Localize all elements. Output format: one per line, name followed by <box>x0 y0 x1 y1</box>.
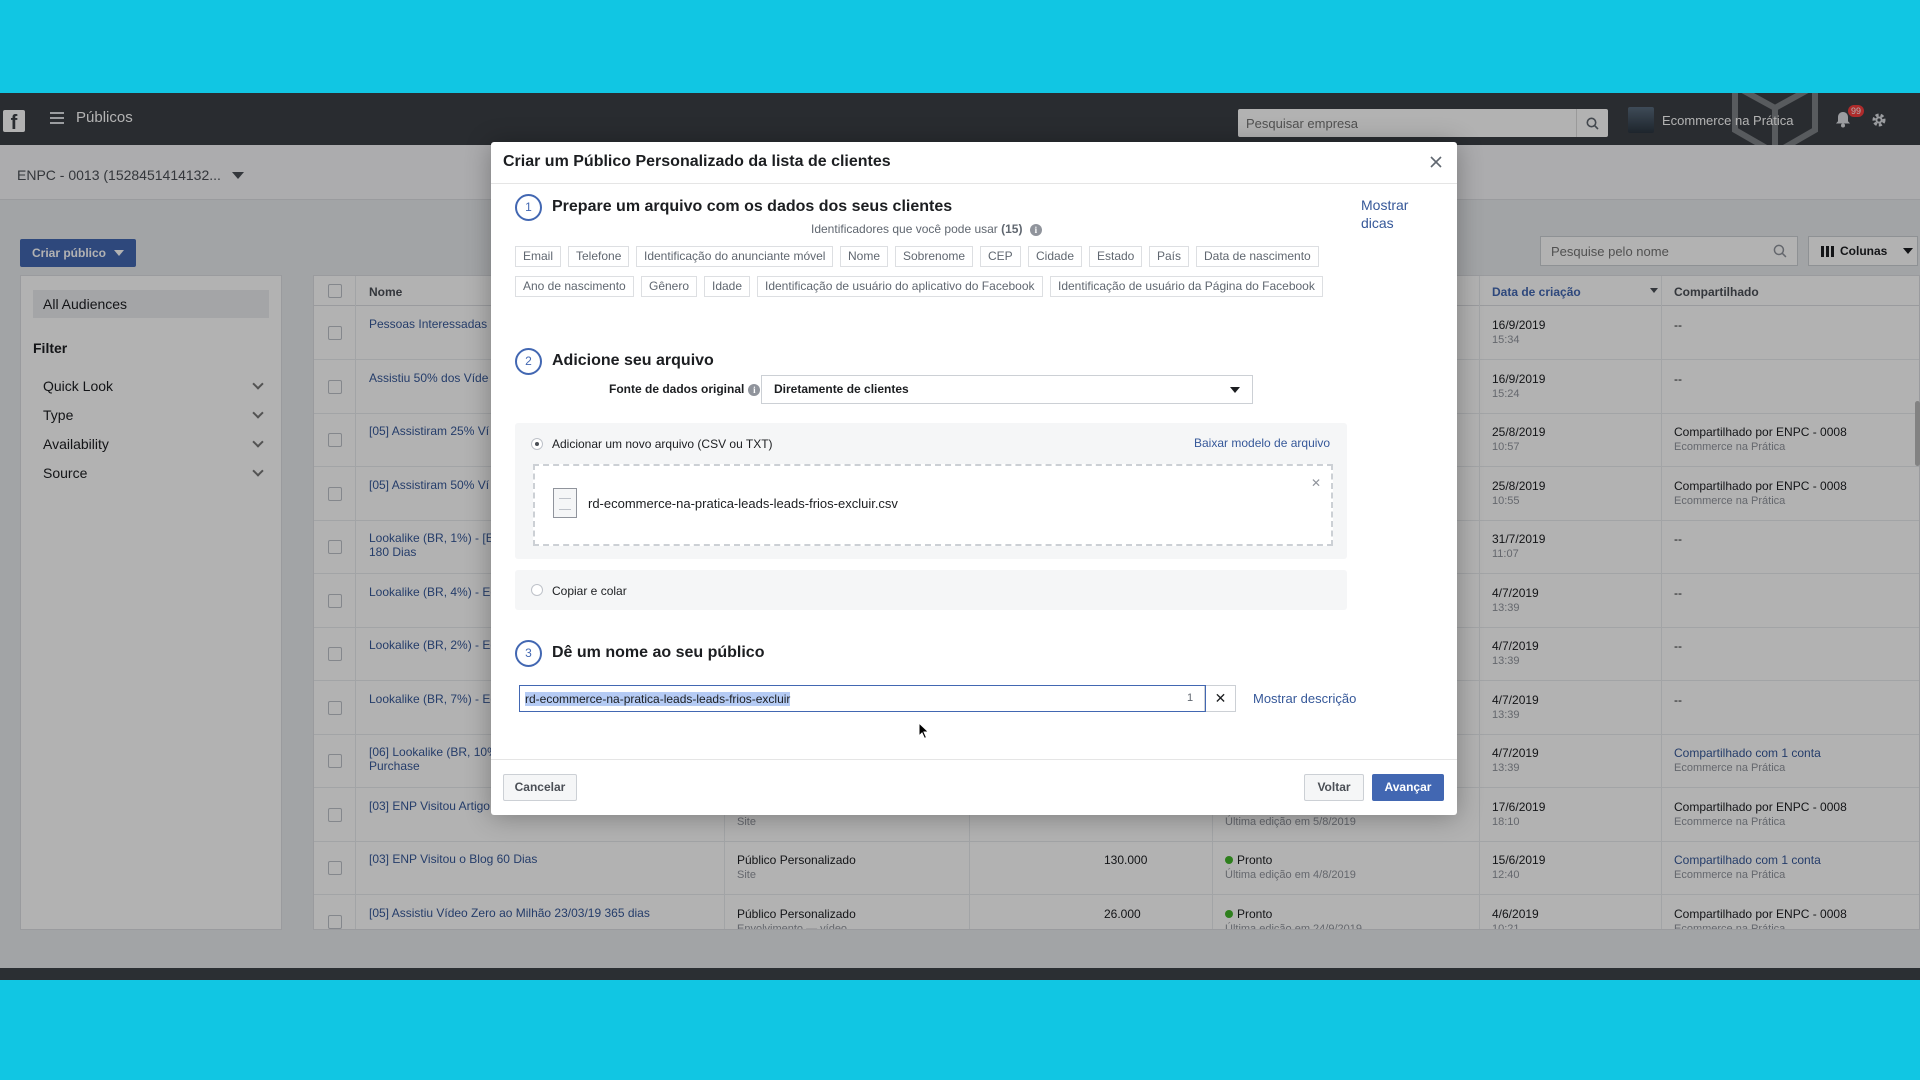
identifier-tag: Ano de nascimento <box>515 276 634 297</box>
step-1-title: Prepare um arquivo com os dados dos seus… <box>552 198 953 215</box>
identifier-tag: Gênero <box>641 276 698 297</box>
identifiers-count: (15) <box>1001 222 1023 236</box>
data-source-label: Fonte de dados original i <box>609 382 761 396</box>
next-button[interactable]: Avançar <box>1372 774 1444 801</box>
step-2-indicator: 2 <box>515 348 542 375</box>
identifier-tag: Estado <box>1089 246 1143 267</box>
char-counter: 1 <box>1187 686 1205 711</box>
identifier-tag: Identificação de usuário do aplicativo d… <box>757 276 1043 297</box>
bottom-bar <box>0 968 1920 980</box>
close-icon[interactable] <box>1427 153 1445 171</box>
data-source-label-text: Fonte de dados original <box>609 382 745 396</box>
show-tips-link[interactable]: Mostrar dicas <box>1361 196 1421 232</box>
identifier-tag: Nome <box>840 246 889 267</box>
upload-file-option: Adicionar um novo arquivo (CSV ou TXT) B… <box>515 423 1347 559</box>
identifier-tag: Email <box>515 246 562 267</box>
identifier-tag: País <box>1149 246 1190 267</box>
identifier-tag: Identificação de usuário da Página do Fa… <box>1050 276 1323 297</box>
step-2-title: Adicione seu arquivo <box>552 352 714 369</box>
audience-name-input[interactable]: rd-ecommerce-na-pratica-leads-leads-frio… <box>519 685 1206 712</box>
upload-file-radio[interactable] <box>531 438 543 450</box>
step-1-indicator: 1 <box>515 194 542 221</box>
dialog-header: Criar um Público Personalizado da lista … <box>491 142 1457 184</box>
show-description-link[interactable]: Mostrar descrição <box>1253 691 1356 706</box>
mouse-cursor-icon <box>918 721 930 743</box>
uploaded-file-name: rd-ecommerce-na-pratica-leads-leads-frio… <box>588 496 898 511</box>
create-custom-audience-dialog: Criar um Público Personalizado da lista … <box>491 142 1457 815</box>
show-tips-label: Mostrar dicas <box>1361 197 1409 231</box>
identifier-tag: Cidade <box>1028 246 1083 267</box>
copy-paste-radio[interactable] <box>531 584 543 596</box>
info-icon[interactable]: i <box>748 384 761 396</box>
audience-name-text: rd-ecommerce-na-pratica-leads-leads-frio… <box>525 691 791 706</box>
identifiers-caption-text: Identificadores que você pode usar <box>811 222 998 236</box>
dialog-footer: Cancelar Voltar Avançar <box>491 759 1457 815</box>
download-template-link[interactable]: Baixar modelo de arquivo <box>1194 436 1330 450</box>
audience-name-value: rd-ecommerce-na-pratica-leads-leads-frio… <box>520 691 1187 706</box>
clear-name-icon[interactable]: ✕ <box>1206 685 1236 712</box>
step-3-indicator: 3 <box>515 640 542 667</box>
upload-file-label[interactable]: Adicionar um novo arquivo (CSV ou TXT) <box>552 437 773 451</box>
identifier-tag: Sobrenome <box>895 246 974 267</box>
chevron-down-icon <box>1230 387 1240 393</box>
back-button[interactable]: Voltar <box>1304 774 1364 801</box>
file-dropzone[interactable]: rd-ecommerce-na-pratica-leads-leads-frio… <box>533 464 1333 546</box>
copy-paste-option: Copiar e colar <box>515 570 1347 610</box>
identifier-tag: Telefone <box>568 246 630 267</box>
data-source-select[interactable]: Diretamente de clientes <box>761 375 1253 404</box>
cancel-button[interactable]: Cancelar <box>503 774 577 801</box>
info-icon[interactable]: i <box>1029 224 1042 236</box>
identifier-tag: Idade <box>704 276 751 297</box>
remove-file-icon[interactable]: ✕ <box>1311 476 1321 490</box>
identifier-tag: CEP <box>980 246 1021 267</box>
data-source-value: Diretamente de clientes <box>774 382 909 396</box>
identifier-tag: Data de nascimento <box>1196 246 1319 267</box>
identifier-tag: Identificação do anunciante móvel <box>636 246 834 267</box>
identifiers-caption: Identificadores que você pode usar (15) … <box>811 222 1042 236</box>
file-icon <box>553 488 577 518</box>
copy-paste-label[interactable]: Copiar e colar <box>552 584 627 598</box>
step-3-title: Dê um nome ao seu público <box>552 644 765 661</box>
dialog-title: Criar um Público Personalizado da lista … <box>503 153 891 170</box>
